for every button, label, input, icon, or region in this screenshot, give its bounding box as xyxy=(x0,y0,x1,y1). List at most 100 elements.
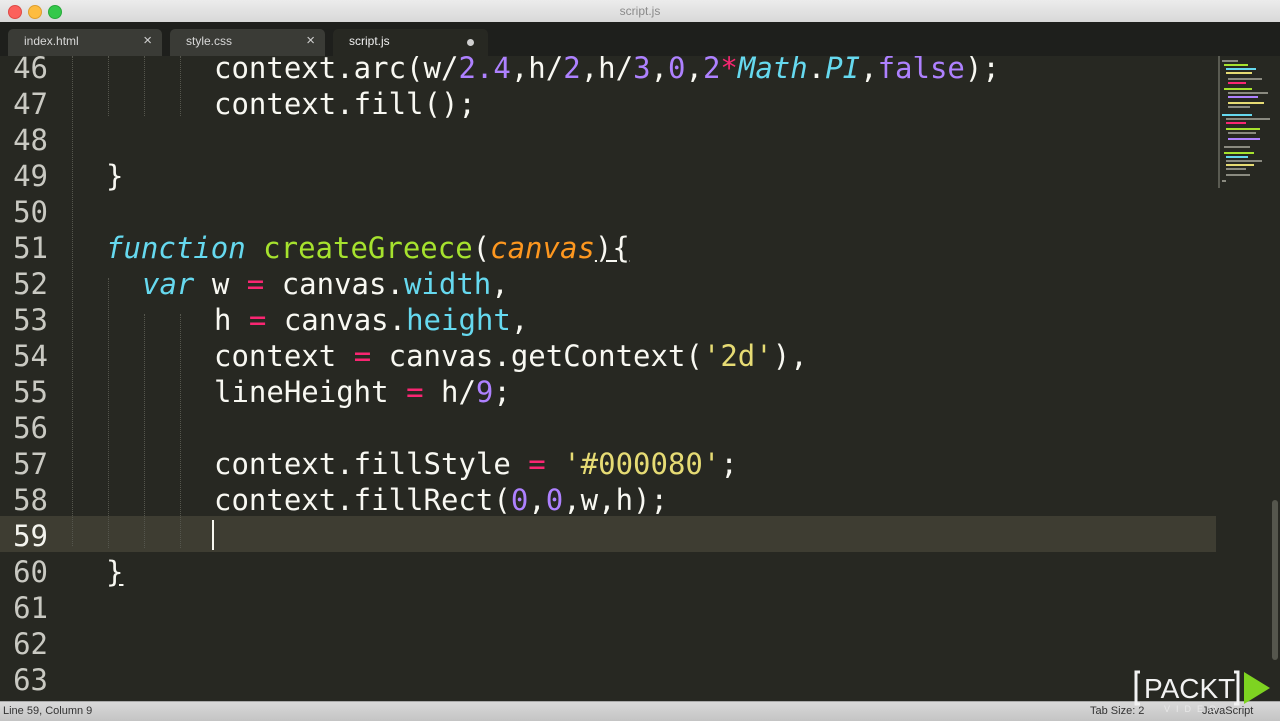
status-bar: Line 59, Column 9 Tab Size: 2 JavaScript xyxy=(0,701,1280,721)
window-title: script.js xyxy=(619,4,661,18)
code-token: 2.4 xyxy=(458,56,511,85)
code-line-46[interactable]: context.arc(w/2.4,h/2,h/3,0,2*Math.PI,fa… xyxy=(214,56,1000,86)
indent-guide xyxy=(144,314,145,548)
line-number: 53 xyxy=(13,303,48,337)
code-token: , xyxy=(650,56,669,85)
minimap-line xyxy=(1226,128,1260,130)
close-icon[interactable]: × xyxy=(306,32,315,49)
tab-index-html[interactable]: index.html × xyxy=(8,29,162,56)
code-token: PI xyxy=(825,56,861,85)
code-line-52[interactable]: var w = canvas.width, xyxy=(142,266,509,302)
line-number: 48 xyxy=(13,123,48,157)
code-token: 2 xyxy=(563,56,581,85)
tab-style-css[interactable]: style.css × xyxy=(170,29,325,56)
code-token: h xyxy=(214,303,249,337)
code-token: ,w,h); xyxy=(563,483,668,517)
tab-label: style.css xyxy=(186,34,233,48)
minimap-line xyxy=(1226,156,1248,158)
title-bar: script.js xyxy=(0,0,1280,23)
code-token: * xyxy=(720,56,738,85)
line-number: 57 xyxy=(13,447,48,481)
code-token: , xyxy=(528,483,546,517)
svg-text:VIDEO: VIDEO xyxy=(1164,704,1222,714)
code-token: '2d' xyxy=(702,339,773,373)
minimap-line xyxy=(1228,92,1268,94)
code-token: = xyxy=(406,375,424,409)
code-line-47[interactable]: context.fill(); xyxy=(214,86,476,122)
unsaved-dot-icon[interactable] xyxy=(467,39,474,46)
packt-logo: PACKT VIDEO xyxy=(1134,668,1274,714)
minimap-line xyxy=(1224,152,1254,154)
code-token: h/ xyxy=(423,375,476,409)
line-number-current: 59 xyxy=(13,519,48,553)
code-token: height xyxy=(406,303,511,337)
minimap-line xyxy=(1222,180,1226,182)
svg-text:PACKT: PACKT xyxy=(1144,673,1235,704)
code-token: , xyxy=(510,303,529,337)
tab-script-js[interactable]: script.js xyxy=(333,29,488,56)
code-line-51[interactable]: function createGreece(canvas){ xyxy=(106,230,630,266)
code-line-49[interactable]: } xyxy=(106,158,123,194)
minimap-line xyxy=(1228,132,1256,134)
minimap-viewport[interactable] xyxy=(1218,56,1220,188)
tab-label: script.js xyxy=(349,34,390,48)
code-token: false xyxy=(877,56,965,85)
code-line-53[interactable]: h = canvas.height, xyxy=(214,302,528,338)
code-line-57[interactable]: context.fillStyle = '#000080'; xyxy=(214,446,738,482)
indent-guide xyxy=(72,56,73,546)
code-token: canvas xyxy=(490,231,595,265)
cursor-position: Line 59, Column 9 xyxy=(3,705,93,717)
indent-guide xyxy=(108,56,109,116)
code-line-54[interactable]: context = canvas.getContext('2d'), xyxy=(214,338,808,374)
code-token: 2 xyxy=(702,56,721,85)
minimap-line xyxy=(1228,78,1262,80)
code-token: Math xyxy=(737,56,808,85)
minimap-line xyxy=(1226,68,1256,70)
minimap[interactable] xyxy=(1216,56,1280,701)
line-number: 55 xyxy=(13,375,48,409)
minimap-line xyxy=(1224,88,1252,90)
line-number: 61 xyxy=(13,591,48,625)
code-token: 9 xyxy=(475,375,494,409)
code-token: width xyxy=(403,267,492,301)
indent-guide xyxy=(108,278,109,548)
close-icon[interactable]: × xyxy=(143,32,152,49)
minimap-line xyxy=(1226,168,1246,170)
minimap-line xyxy=(1226,118,1270,120)
code-line-60[interactable]: } xyxy=(106,554,123,590)
code-line-58[interactable]: context.fillRect(0,0,w,h); xyxy=(214,482,668,518)
minimap-line xyxy=(1228,96,1258,98)
code-token: '#000080' xyxy=(563,447,721,481)
minimap-line xyxy=(1222,114,1252,116)
code-token: canvas. xyxy=(266,303,407,337)
code-editor[interactable]: 46 47 48 49 50 51 52 53 54 55 56 57 58 5… xyxy=(0,56,1216,701)
minimap-line xyxy=(1228,102,1264,104)
code-token: 0 xyxy=(668,56,686,85)
minimap-line xyxy=(1224,64,1248,66)
code-token: w xyxy=(194,267,247,301)
minimap-line xyxy=(1228,138,1260,140)
indent-guide xyxy=(180,314,181,548)
line-number: 58 xyxy=(13,483,48,517)
code-token: canvas. xyxy=(264,267,404,301)
code-token: ; xyxy=(493,375,511,409)
code-token: ; xyxy=(720,447,738,481)
line-number: 52 xyxy=(13,267,48,301)
code-token: = xyxy=(528,447,546,481)
code-line-55[interactable]: lineHeight = h/9; xyxy=(214,374,511,410)
code-token: ); xyxy=(964,56,1000,85)
code-token: = xyxy=(353,339,372,373)
code-token: 0 xyxy=(510,483,529,517)
line-number: 47 xyxy=(13,87,48,121)
minimap-line xyxy=(1226,160,1262,162)
minimap-line xyxy=(1226,122,1246,124)
code-token: 3 xyxy=(633,56,651,85)
code-token: ){ xyxy=(594,231,630,265)
line-number: 63 xyxy=(13,663,48,697)
code-token: 0 xyxy=(545,483,564,517)
vertical-scrollbar[interactable] xyxy=(1272,500,1278,660)
minimap-line xyxy=(1226,174,1250,176)
packt-logo-icon: PACKT VIDEO xyxy=(1134,670,1270,714)
